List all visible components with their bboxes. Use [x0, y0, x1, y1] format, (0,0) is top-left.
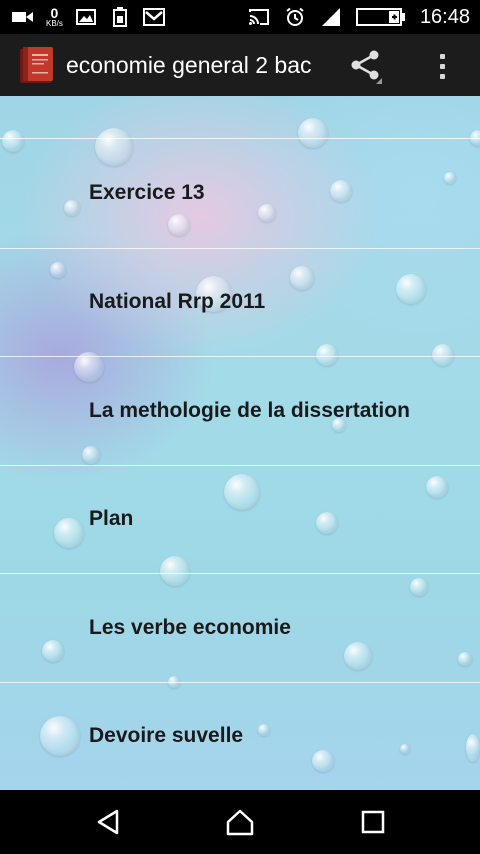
list-item-label: Les verbe economie [89, 615, 291, 639]
alarm-icon [284, 7, 306, 26]
video-camera-icon [12, 8, 34, 26]
image-icon [75, 8, 97, 26]
list-item-label: Plan [89, 507, 134, 531]
content-area[interactable]: Exercice 13 National Rrp 2011 La metholo… [0, 96, 480, 790]
list-item[interactable]: Plan [0, 464, 480, 574]
home-icon[interactable] [220, 804, 260, 840]
list-item[interactable]: Devoire suvelle [0, 681, 480, 791]
network-speed-value: 0 [50, 5, 59, 21]
list-item-label: Exercice 13 [89, 181, 205, 205]
battery-saver-icon [109, 7, 131, 27]
signal-icon [320, 8, 342, 26]
book-logo-icon [16, 45, 56, 85]
app-title: economie general 2 bac [66, 51, 312, 78]
list-item[interactable]: National Rrp 2011 [0, 247, 480, 357]
status-bar: 0 KB/s 16:48 [0, 0, 480, 34]
navigation-bar [0, 790, 480, 854]
network-speed: 0 KB/s [46, 6, 63, 28]
more-vert-icon[interactable] [430, 48, 454, 84]
share-icon[interactable] [348, 48, 384, 84]
list-item-label: Devoire suvelle [89, 724, 244, 748]
recents-icon[interactable] [353, 804, 393, 840]
cast-icon [248, 8, 270, 26]
status-clock: 16:48 [419, 5, 470, 28]
app-bar: economie general 2 bac [0, 34, 480, 96]
list-item-label: La methologie de la dissertation [89, 398, 410, 422]
list-item-label: National Rrp 2011 [89, 290, 266, 314]
list-item[interactable]: Exercice 13 [0, 139, 480, 248]
network-speed-unit: KB/s [46, 19, 63, 28]
list-item[interactable]: Les verbe economie [0, 573, 480, 682]
list-item[interactable]: La methologie de la dissertation [0, 356, 480, 465]
back-icon[interactable] [88, 804, 128, 840]
gmail-icon [142, 8, 165, 26]
battery-charging-icon [355, 8, 406, 26]
